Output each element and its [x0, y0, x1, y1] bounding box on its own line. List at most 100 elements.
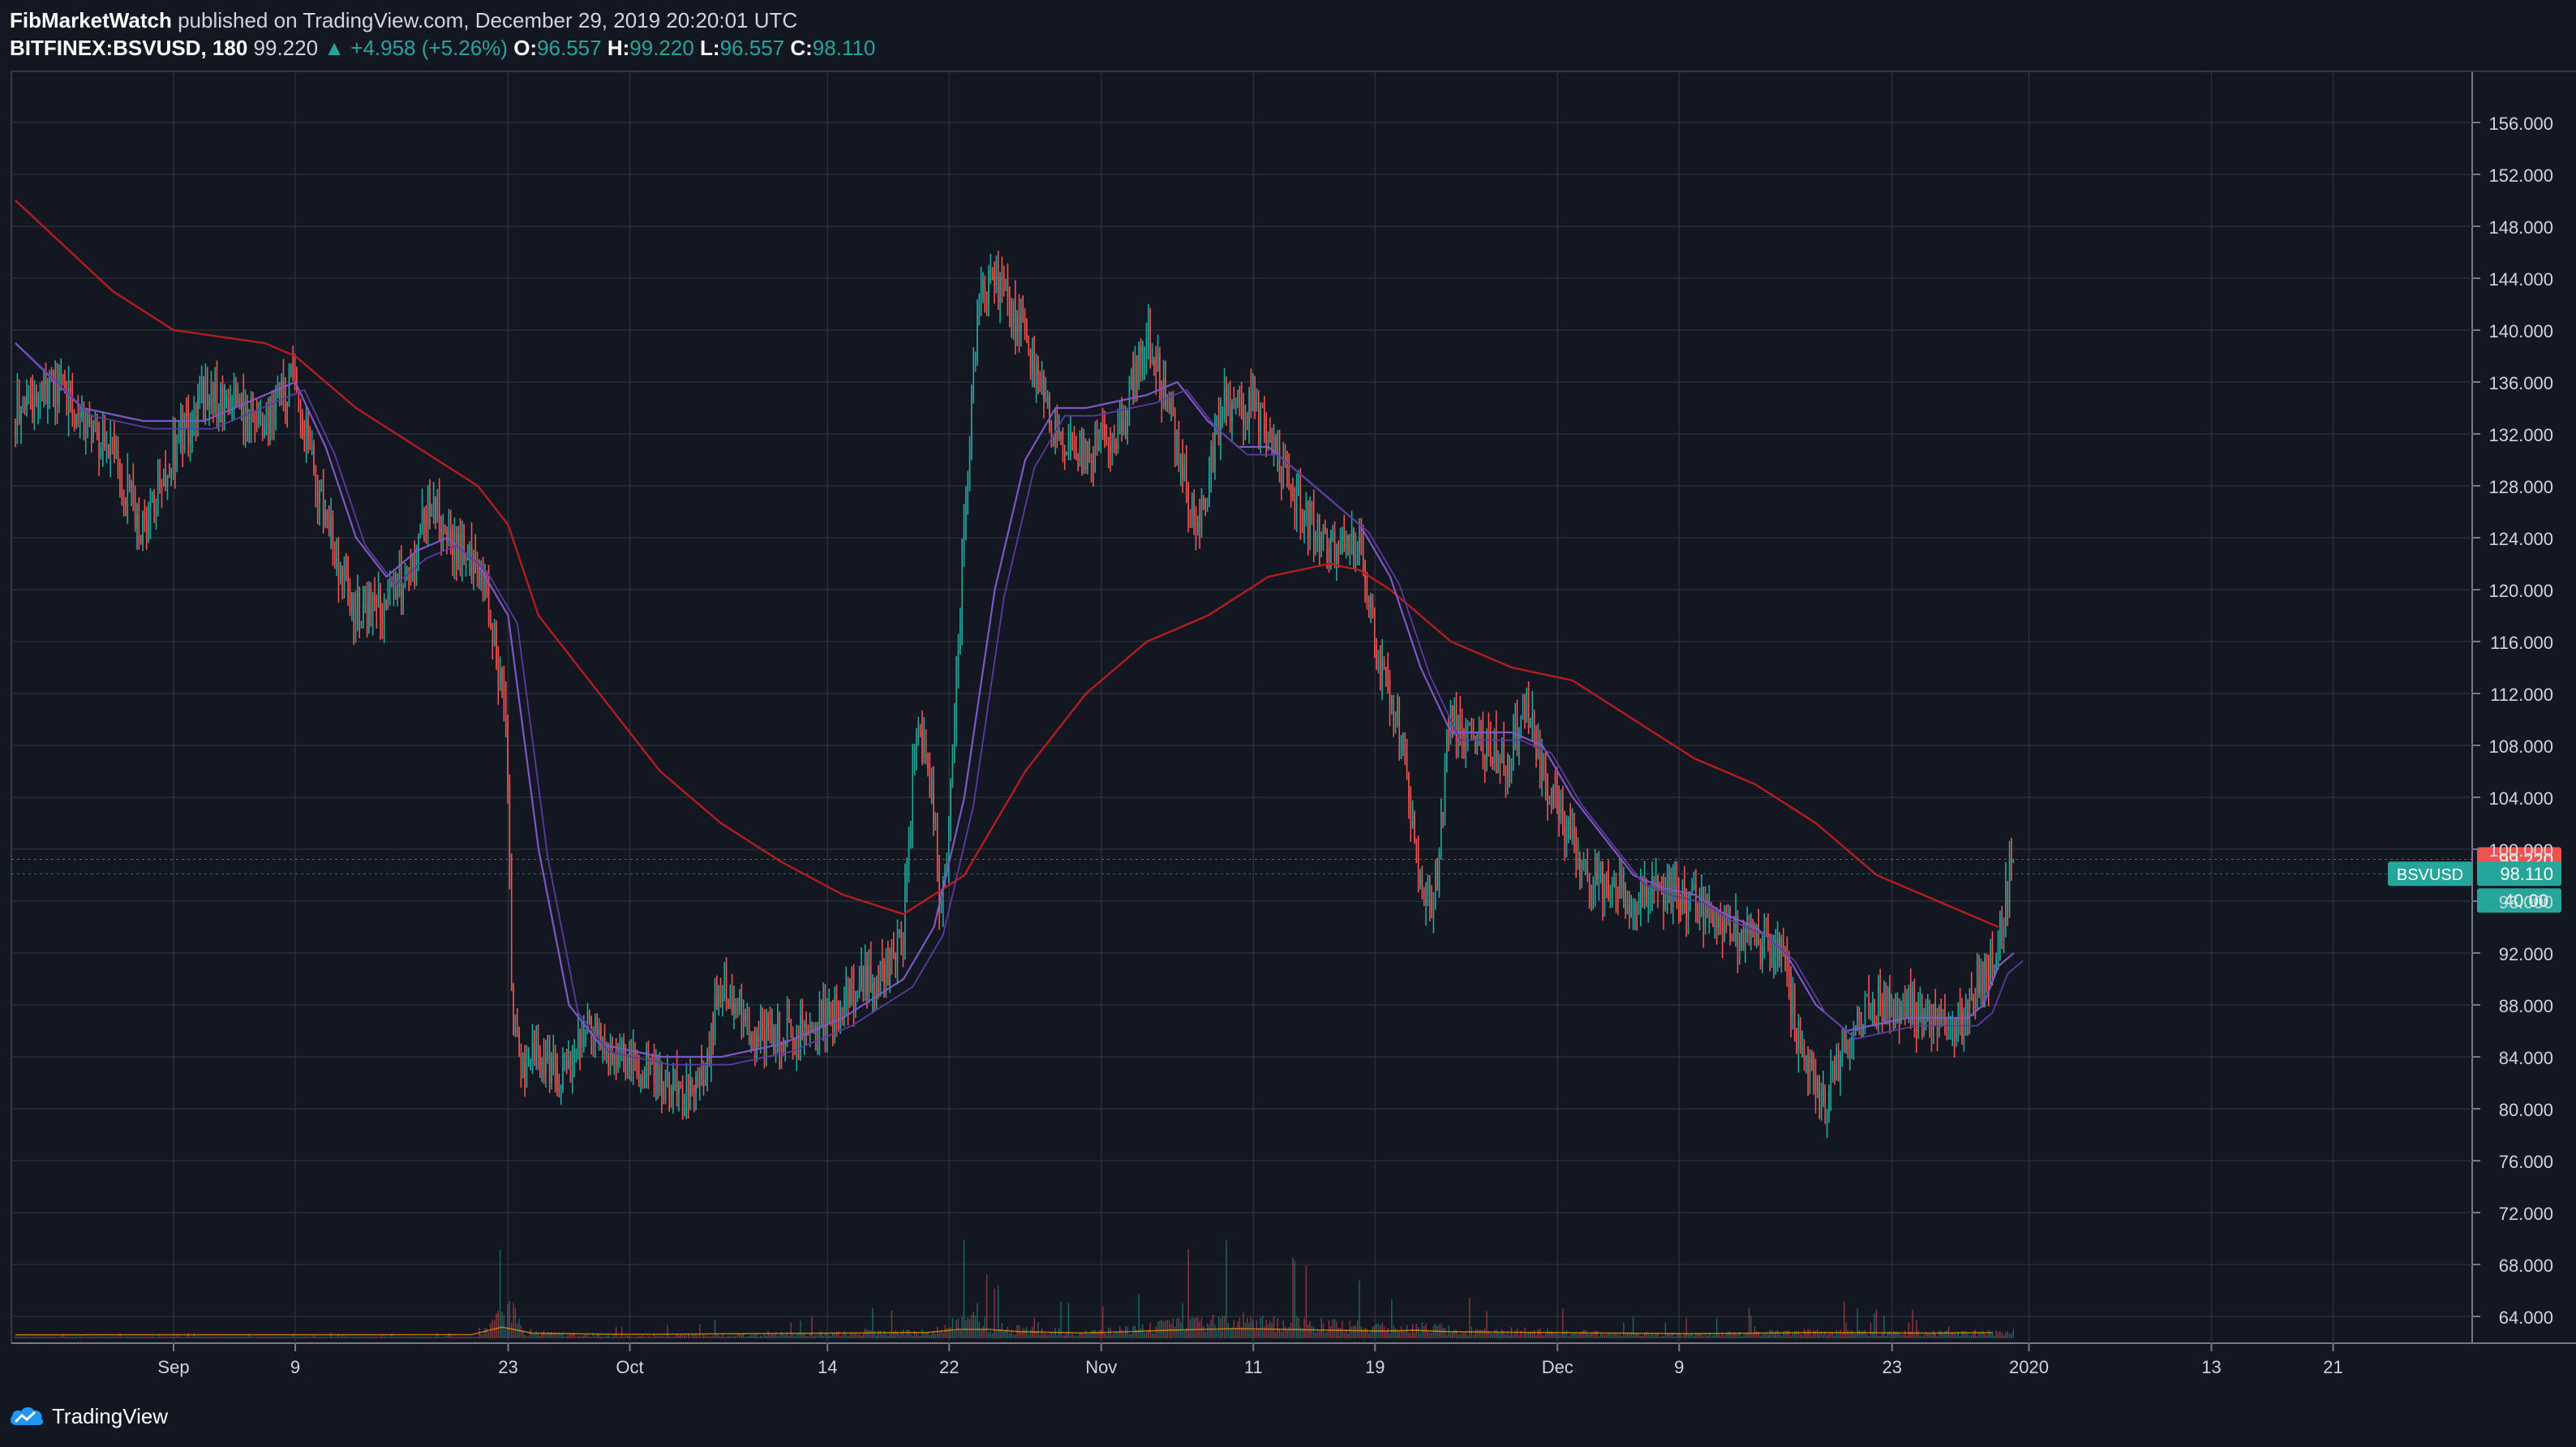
candle-body — [1020, 311, 1022, 332]
volume-bar — [260, 1337, 262, 1338]
candle-body — [1674, 884, 1676, 886]
volume-bar — [667, 1325, 668, 1338]
volume-bar — [195, 1337, 197, 1338]
candle-body — [484, 581, 486, 585]
volume-bar — [24, 1337, 26, 1338]
candle-body — [292, 367, 294, 369]
volume-bar — [395, 1337, 397, 1338]
volume-bar — [144, 1337, 146, 1338]
candle-body — [858, 986, 861, 991]
volume-bar — [290, 1337, 292, 1338]
candle-body — [1176, 443, 1178, 445]
candle-body — [689, 1079, 691, 1099]
candle-body — [1182, 461, 1183, 480]
candle-body — [1592, 895, 1595, 898]
candle-body — [1191, 496, 1193, 513]
candle-body — [225, 397, 227, 401]
volume-bar — [1947, 1326, 1950, 1338]
candle-body — [1241, 405, 1243, 410]
candle-body — [1919, 1001, 1921, 1007]
candle-body — [1664, 895, 1667, 909]
volume-bar — [183, 1337, 186, 1338]
volume-bar — [1953, 1333, 1956, 1338]
publish-info: FibMarketWatch published on TradingView.… — [10, 6, 797, 34]
volume-bar — [934, 1333, 937, 1338]
candle-body — [241, 395, 243, 410]
volume-bar — [528, 1336, 530, 1338]
volume-bar — [1024, 1329, 1026, 1338]
volume-bar — [1916, 1320, 1917, 1338]
volume-bar — [285, 1337, 286, 1338]
symbol-name[interactable]: BITFINEX:BSVUSD, 180 — [10, 36, 247, 60]
volume-bar — [603, 1337, 606, 1338]
candle-body — [210, 386, 213, 405]
volume-bar — [410, 1337, 412, 1338]
time-axis[interactable]: Sep 9 23 Oct 14 22 Nov 11 19 Dec 9 23 2020 13 21 — [157, 1343, 2343, 1377]
volume-bar — [189, 1337, 191, 1338]
volume-bar — [1220, 1318, 1221, 1338]
volume-bar — [277, 1337, 279, 1338]
volume-bar — [902, 1329, 904, 1338]
candle-body — [391, 585, 393, 587]
candle-body — [1172, 405, 1174, 414]
volume-bar — [670, 1336, 672, 1338]
volume-bar — [402, 1337, 404, 1338]
candle-body — [1136, 362, 1138, 381]
candle-body — [1617, 895, 1619, 899]
volume-bar — [1203, 1325, 1204, 1338]
volume-bar — [1305, 1265, 1307, 1338]
volume-bar — [535, 1330, 537, 1338]
candle-body — [684, 1099, 685, 1104]
candle-body — [1350, 530, 1353, 539]
candle-body — [2001, 915, 2003, 933]
volume-bar — [801, 1333, 804, 1338]
candle-body — [1613, 882, 1615, 883]
volume-bar — [244, 1337, 247, 1338]
volume-bar — [214, 1337, 216, 1338]
volume-bar — [796, 1334, 797, 1338]
candle-body — [1075, 448, 1077, 460]
volume-bar — [336, 1337, 337, 1338]
volume-bar — [1404, 1330, 1406, 1338]
candle-body — [85, 415, 87, 433]
volume-bar — [1828, 1333, 1830, 1338]
volume-bar — [1535, 1334, 1537, 1338]
volume-bar — [769, 1333, 771, 1338]
candle-body — [834, 994, 835, 1033]
volume-bar — [716, 1333, 718, 1338]
volume-bar — [1313, 1327, 1315, 1338]
candle-body — [514, 1028, 517, 1035]
candle-body — [1217, 417, 1220, 440]
candle-body — [1982, 964, 1984, 995]
volume-bar — [634, 1337, 636, 1338]
candle-body — [419, 524, 421, 536]
volume-bar — [1642, 1335, 1643, 1338]
volume-bar — [174, 1337, 176, 1338]
price-axis[interactable]: 156.000152.000148.000144.000140.000136.0… — [2472, 114, 2553, 1328]
volume-bar — [676, 1334, 678, 1338]
volume-bar — [1423, 1325, 1425, 1338]
volume-bar — [1579, 1333, 1581, 1338]
candle-body — [1792, 987, 1794, 1015]
volume-bar — [1157, 1321, 1159, 1338]
volume-bar — [218, 1337, 220, 1338]
volume-bar — [303, 1337, 305, 1338]
candle-body — [1916, 1016, 1917, 1033]
chart-pane[interactable] — [11, 71, 2472, 1343]
volume-bar — [1908, 1321, 1910, 1338]
y-tick-label: 124.000 — [2488, 529, 2553, 549]
price-chart[interactable]: 99.22098.110BSVUSD40:00 156.000152.00014… — [0, 0, 2576, 1447]
candle-body — [98, 433, 100, 457]
author-name[interactable]: FibMarketWatch — [10, 8, 172, 32]
volume-bar — [480, 1333, 482, 1338]
candle-body — [569, 1060, 572, 1083]
candle-body — [1374, 616, 1376, 648]
volume-bar — [708, 1335, 711, 1338]
candle-body — [585, 1029, 586, 1033]
candle-body — [522, 1058, 524, 1066]
volume-bar — [487, 1332, 490, 1338]
volume-bar — [537, 1333, 539, 1338]
volume-bar — [1330, 1326, 1332, 1338]
volume-bar — [912, 1335, 913, 1338]
tradingview-logo[interactable]: TradingView — [8, 1400, 168, 1432]
